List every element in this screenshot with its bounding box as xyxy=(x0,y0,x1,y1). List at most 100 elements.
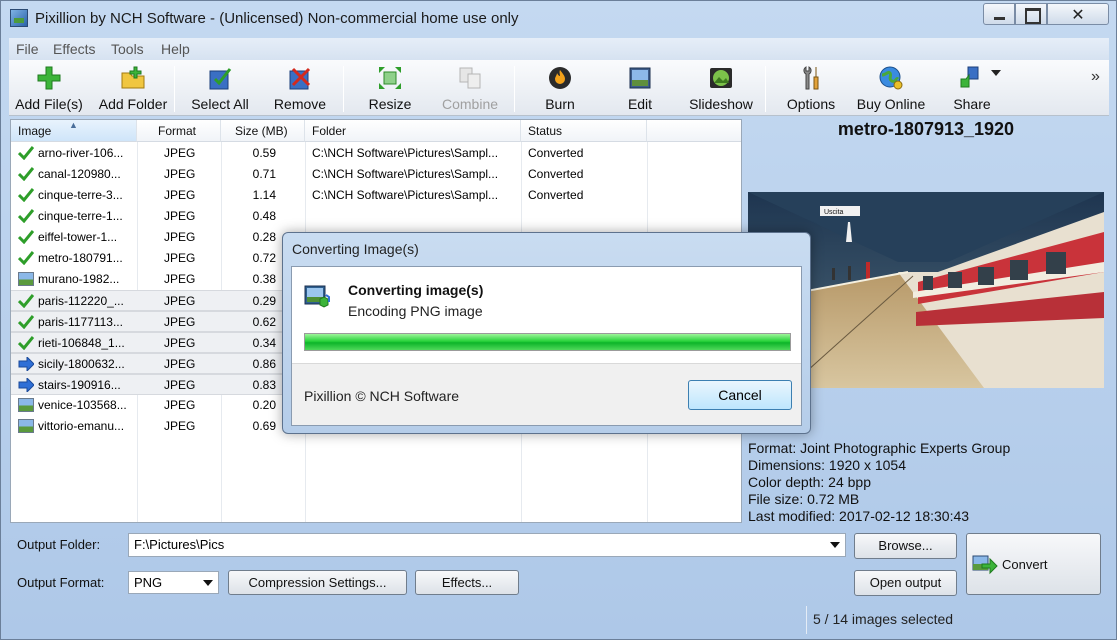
menu-help[interactable]: Help xyxy=(161,41,190,57)
dialog-body: Converting image(s) Encoding PNG image P… xyxy=(291,266,802,426)
maximize-button[interactable] xyxy=(1015,3,1047,25)
share-button[interactable]: Share xyxy=(939,60,1005,116)
share-dropdown-icon xyxy=(991,70,1001,76)
folder-cell: C:\NCH Software\Pictures\Sampl... xyxy=(312,188,499,202)
size-cell: 0.38 xyxy=(252,272,276,286)
dialog-subtext: Encoding PNG image xyxy=(348,303,483,319)
dialog-content: Converting image(s) Encoding PNG image xyxy=(292,267,801,364)
buy-online-button[interactable]: Buy Online xyxy=(855,60,927,116)
column-header-status[interactable]: Status xyxy=(521,120,647,142)
image-name-cell: canal-120980... xyxy=(38,167,121,181)
add-files-label: Add File(s) xyxy=(15,96,83,112)
edit-button[interactable]: Edit xyxy=(605,60,675,116)
open-output-button[interactable]: Open output xyxy=(854,570,957,596)
combine-button[interactable]: Combine xyxy=(435,60,505,116)
slideshow-button[interactable]: Slideshow xyxy=(685,60,757,116)
converted-check-icon xyxy=(16,291,36,312)
table-row[interactable]: arno-river-106... JPEG 0.59 C:\NCH Software… xyxy=(11,143,741,164)
share-icon xyxy=(960,66,979,88)
table-row[interactable]: cinque-terre-3... JPEG 1.14 C:\NCH Software… xyxy=(11,185,741,206)
cancel-button[interactable]: Cancel xyxy=(688,380,792,410)
remove-label: Remove xyxy=(273,96,327,112)
menu-effects[interactable]: Effects xyxy=(53,41,96,57)
output-folder-field[interactable]: F:\Pictures\Pics xyxy=(128,533,846,557)
format-cell: JPEG xyxy=(164,419,196,433)
select-all-icon xyxy=(209,68,232,90)
format-cell: JPEG xyxy=(164,315,196,329)
format-cell: JPEG xyxy=(164,146,196,160)
preview-title: metro-1807913_1920 xyxy=(837,119,1015,139)
format-cell: JPEG xyxy=(164,209,196,223)
minimize-button[interactable] xyxy=(983,3,1015,25)
app-icon xyxy=(10,9,28,27)
dialog-heading: Converting image(s) xyxy=(348,282,484,298)
menu-tools[interactable]: Tools xyxy=(111,41,144,57)
pending-arrow-icon xyxy=(16,375,36,396)
image-name-cell: eiffel-tower-1... xyxy=(38,230,118,244)
size-cell: 0.48 xyxy=(252,209,276,223)
burn-icon xyxy=(549,67,571,89)
buy-online-label: Buy Online xyxy=(856,96,926,112)
size-cell: 0.71 xyxy=(252,167,276,181)
browse-button[interactable]: Browse... xyxy=(854,533,957,559)
preview-format: Format: Joint Photographic Experts Group xyxy=(748,440,1011,456)
format-cell: JPEG xyxy=(164,188,196,202)
resize-button[interactable]: Resize xyxy=(355,60,425,116)
compression-settings-button[interactable]: Compression Settings... xyxy=(228,570,407,595)
status-cell: Converted xyxy=(528,146,584,160)
close-icon: ✕ xyxy=(1071,7,1085,24)
options-button[interactable]: Options xyxy=(775,60,847,116)
image-file-icon xyxy=(16,416,36,437)
image-name-cell: murano-1982... xyxy=(38,272,120,286)
column-header-format[interactable]: Format xyxy=(137,120,221,142)
edit-label: Edit xyxy=(627,96,653,112)
buy-online-icon xyxy=(879,66,903,90)
output-format-select[interactable]: PNG xyxy=(128,571,219,594)
toolbar-separator xyxy=(343,66,344,112)
converted-check-icon xyxy=(16,333,36,354)
select-all-button[interactable]: Select All xyxy=(185,60,255,116)
slideshow-icon xyxy=(710,68,732,88)
dialog-footer: Pixillion © NCH Software xyxy=(304,388,460,404)
burn-button[interactable]: Burn xyxy=(525,60,595,116)
converted-check-icon xyxy=(16,143,36,164)
table-row[interactable]: canal-120980... JPEG 0.71 C:\NCH Software\P… xyxy=(11,164,741,185)
folder-cell: C:\NCH Software\Pictures\Sampl... xyxy=(312,146,499,160)
output-format-label: Output Format: xyxy=(17,575,105,590)
format-cell: JPEG xyxy=(164,272,196,286)
effects-button[interactable]: Effects... xyxy=(415,570,519,595)
preview-color-depth: Color depth: 24 bpp xyxy=(748,474,871,490)
close-button[interactable]: ✕ xyxy=(1047,3,1109,25)
sort-ascending-icon: ▲ xyxy=(69,120,78,130)
image-name-cell: arno-river-106... xyxy=(38,146,124,160)
column-header-empty xyxy=(647,120,741,142)
remove-icon xyxy=(289,67,311,90)
image-name-cell: vittorio-emanu... xyxy=(38,419,125,433)
column-header-folder[interactable]: Folder xyxy=(305,120,521,142)
add-folder-button[interactable]: Add Folder xyxy=(93,60,173,116)
output-folder-label: Output Folder: xyxy=(17,537,101,552)
remove-button[interactable]: Remove xyxy=(265,60,335,116)
converted-check-icon xyxy=(16,248,36,269)
column-header-image[interactable]: ▲ Image xyxy=(11,120,137,142)
window-title: Pixillion by NCH Software - (Unlicensed)… xyxy=(35,10,519,27)
add-files-button[interactable]: Add File(s) xyxy=(13,60,85,116)
menu-file[interactable]: File xyxy=(16,41,39,57)
size-cell: 0.59 xyxy=(252,146,276,160)
size-cell: 0.72 xyxy=(252,251,276,265)
converted-check-icon xyxy=(16,164,36,185)
convert-button[interactable]: Convert xyxy=(966,533,1101,595)
size-cell: 0.29 xyxy=(252,294,276,308)
table-row[interactable]: cinque-terre-1... JPEG 0.48 xyxy=(11,206,741,227)
size-cell: 0.86 xyxy=(252,357,276,371)
chevron-down-icon[interactable] xyxy=(830,542,840,548)
column-header-size[interactable]: Size (MB) xyxy=(221,120,305,142)
more-chevron-icon[interactable]: » xyxy=(1091,68,1100,86)
menu-bar: File Effects Tools Help xyxy=(9,38,1109,60)
size-cell: 0.62 xyxy=(252,315,276,329)
folder-cell: C:\NCH Software\Pictures\Sampl... xyxy=(312,167,499,181)
image-name-cell: paris-112220_... xyxy=(38,294,124,308)
combine-icon xyxy=(459,67,481,89)
format-cell: JPEG xyxy=(164,230,196,244)
dialog-title: Converting Image(s) xyxy=(292,241,419,257)
